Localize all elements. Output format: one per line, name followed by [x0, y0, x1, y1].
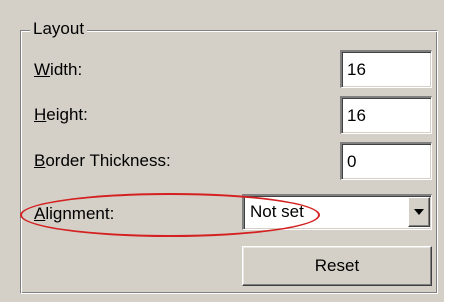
- border-thickness-label: Border Thickness:: [34, 150, 171, 172]
- group-title: Layout: [30, 18, 88, 40]
- border-thickness-label-mnemonic: B: [34, 151, 46, 170]
- alignment-label-text: lignment:: [45, 204, 115, 223]
- height-input[interactable]: [340, 96, 432, 134]
- alignment-selected-value: Not set: [250, 202, 304, 221]
- height-label-text: eight:: [46, 105, 88, 124]
- alignment-label: Alignment:: [34, 203, 114, 225]
- layout-panel: Layout Width: Height: Border Thickness: …: [0, 0, 444, 302]
- width-label: Width:: [34, 59, 82, 81]
- width-label-mnemonic: W: [34, 60, 51, 79]
- border-thickness-input[interactable]: [340, 142, 432, 180]
- chevron-down-icon[interactable]: [408, 197, 430, 227]
- reset-button[interactable]: Reset: [242, 246, 432, 286]
- width-label-text: idth:: [50, 60, 83, 79]
- width-input[interactable]: [340, 50, 432, 88]
- height-label-mnemonic: H: [34, 105, 47, 124]
- border-thickness-label-text: order Thickness:: [45, 151, 171, 170]
- height-label: Height:: [34, 104, 88, 126]
- alignment-label-mnemonic: A: [34, 204, 46, 223]
- alignment-select[interactable]: Not set: [242, 194, 432, 230]
